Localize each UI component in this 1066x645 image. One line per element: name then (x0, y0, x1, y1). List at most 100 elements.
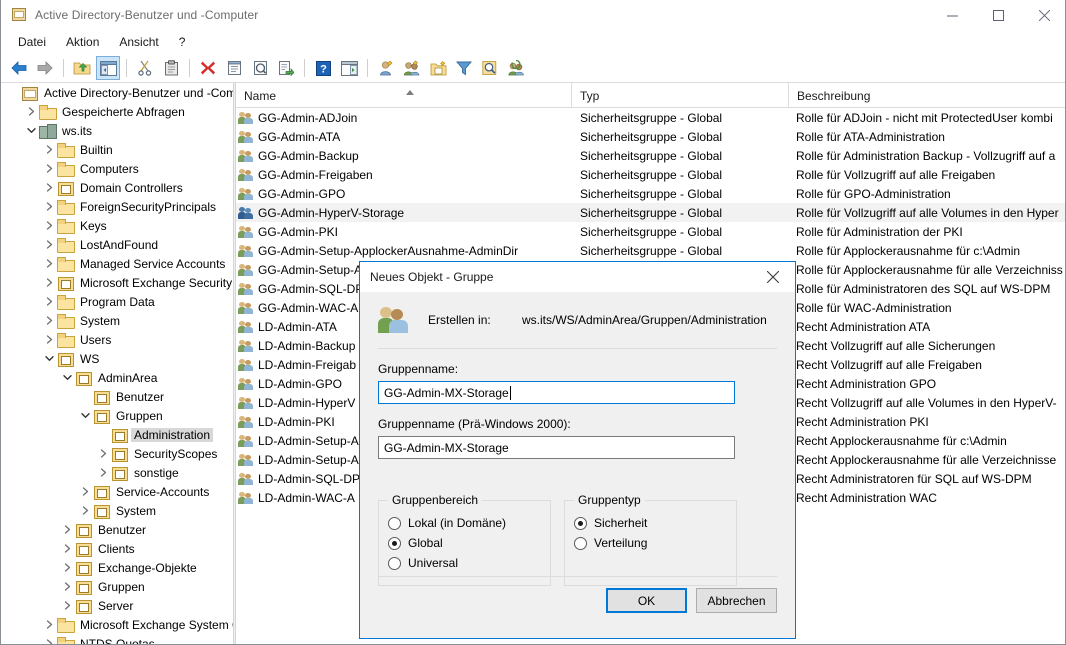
radio-type-sicherheit[interactable]: Sicherheit (574, 513, 736, 533)
group-name-input[interactable]: GG-Admin-MX-Storage (378, 381, 735, 404)
tree-item-administration[interactable]: Administration (1, 425, 233, 444)
tree-item-ws[interactable]: WS (1, 349, 233, 368)
radio-scope-lokal[interactable]: Lokal (in Domäne) (388, 513, 550, 533)
show-pane-icon[interactable] (337, 56, 361, 80)
chevron-right-icon[interactable] (41, 199, 57, 215)
chevron-right-icon[interactable] (23, 104, 39, 120)
show-hide-console-tree-icon[interactable] (96, 56, 120, 80)
radio-scope-global[interactable]: Global (388, 533, 550, 553)
chevron-down-icon[interactable] (77, 408, 93, 424)
chevron-right-icon[interactable] (59, 541, 75, 557)
up-folder-icon[interactable] (70, 56, 94, 80)
tree-item-sonstige[interactable]: sonstige (1, 463, 233, 482)
dialog-close-icon[interactable] (751, 262, 795, 292)
tree-item-adminarea-system[interactable]: System (1, 501, 233, 520)
column-header-name[interactable]: Name (236, 83, 572, 108)
cancel-button[interactable]: Abbrechen (696, 588, 777, 613)
chevron-right-icon[interactable] (41, 142, 57, 158)
tree-item-microsoft-exchange-security-groups[interactable]: Microsoft Exchange Security G (1, 273, 233, 292)
table-row[interactable]: GG-Admin-Setup-ApplockerAusnahme-AdminDi… (236, 241, 1065, 260)
chevron-right-icon[interactable] (41, 332, 57, 348)
delete-icon[interactable] (196, 56, 220, 80)
tree-item-lostandfound[interactable]: LostAndFound (1, 235, 233, 254)
tree-item-ntds-quotas[interactable]: NTDS Quotas (1, 634, 233, 644)
console-tree[interactable]: Active Directory-Benutzer und -Comp Gespe… (1, 83, 233, 644)
chevron-down-icon[interactable] (59, 370, 75, 386)
chevron-right-icon[interactable] (95, 446, 111, 462)
chevron-right-icon[interactable] (41, 275, 57, 291)
table-row[interactable]: GG-Admin-Backup Sicherheitsgruppe - Globa… (236, 146, 1065, 165)
column-header-beschreibung[interactable]: Beschreibung (789, 83, 1065, 108)
pre2000-input[interactable]: GG-Admin-MX-Storage (378, 436, 735, 459)
chevron-right-icon[interactable] (41, 161, 57, 177)
ok-button[interactable]: OK (606, 588, 687, 613)
chevron-right-icon[interactable] (59, 598, 75, 614)
minimize-icon[interactable] (929, 0, 975, 30)
chevron-down-icon[interactable] (23, 123, 39, 139)
chevron-right-icon[interactable] (59, 522, 75, 538)
tree-item-keys[interactable]: Keys (1, 216, 233, 235)
chevron-right-icon[interactable] (41, 256, 57, 272)
maximize-icon[interactable] (975, 0, 1021, 30)
tree-item-ws-gruppen[interactable]: Gruppen (1, 577, 233, 596)
menu-hilfe[interactable]: ? (170, 32, 195, 52)
tree-item-adminarea-benutzer[interactable]: Benutzer (1, 387, 233, 406)
add-members-icon[interactable] (504, 56, 528, 80)
tree-item-adminarea-gruppen[interactable]: Gruppen (1, 406, 233, 425)
close-icon[interactable] (1021, 0, 1065, 30)
cut-icon[interactable] (133, 56, 157, 80)
tree-item-computers[interactable]: Computers (1, 159, 233, 178)
tree-item-users[interactable]: Users (1, 330, 233, 349)
table-row[interactable]: GG-Admin-Freigaben Sicherheitsgruppe - Gl… (236, 165, 1065, 184)
table-row[interactable]: GG-Admin-ADJoin Sicherheitsgruppe - Globa… (236, 108, 1065, 127)
tree-item-managed-service-accounts[interactable]: Managed Service Accounts (1, 254, 233, 273)
chevron-right-icon[interactable] (41, 636, 57, 644)
chevron-down-icon[interactable] (41, 351, 57, 367)
chevron-right-icon[interactable] (77, 503, 93, 519)
tree-item-exchange-objekte[interactable]: Exchange-Objekte (1, 558, 233, 577)
tree-item-system[interactable]: System (1, 311, 233, 330)
chevron-right-icon[interactable] (41, 313, 57, 329)
export-list-icon[interactable] (274, 56, 298, 80)
table-row[interactable]: GG-Admin-ATA Sicherheitsgruppe - Global Ro… (236, 127, 1065, 146)
tree-item-ws-its[interactable]: ws.its (1, 121, 233, 140)
chevron-right-icon[interactable] (59, 579, 75, 595)
help-icon[interactable]: ? (311, 56, 335, 80)
tree-item-service-accounts[interactable]: Service-Accounts (1, 482, 233, 501)
new-ou-icon[interactable] (426, 56, 450, 80)
tree-item-foreignsecurityprincipals[interactable]: ForeignSecurityPrincipals (1, 197, 233, 216)
back-icon[interactable] (7, 56, 31, 80)
tree-item-adminarea[interactable]: AdminArea (1, 368, 233, 387)
new-user-icon[interactable] (374, 56, 398, 80)
chevron-right-icon[interactable] (41, 237, 57, 253)
tree-item-clients[interactable]: Clients (1, 539, 233, 558)
tree-item-builtin[interactable]: Builtin (1, 140, 233, 159)
radio-scope-universal[interactable]: Universal (388, 553, 550, 573)
tree-item-program-data[interactable]: Program Data (1, 292, 233, 311)
tree-item-securityscopes[interactable]: SecurityScopes (1, 444, 233, 463)
menu-datei[interactable]: Datei (9, 32, 55, 52)
chevron-right-icon[interactable] (59, 560, 75, 576)
forward-icon[interactable] (33, 56, 57, 80)
tree-item-gespeicherte-abfragen[interactable]: Gespeicherte Abfragen (1, 102, 233, 121)
table-row[interactable]: GG-Admin-GPO Sicherheitsgruppe - Global Ro… (236, 184, 1065, 203)
tree-item-domain-controllers[interactable]: Domain Controllers (1, 178, 233, 197)
new-group-icon[interactable] (400, 56, 424, 80)
chevron-right-icon[interactable] (77, 484, 93, 500)
table-row[interactable]: GG-Admin-HyperV-Storage Sicherheitsgruppe… (236, 203, 1065, 222)
refresh-icon[interactable] (248, 56, 272, 80)
chevron-right-icon[interactable] (41, 294, 57, 310)
tree-item-microsoft-exchange-system-objects[interactable]: Microsoft Exchange System O (1, 615, 233, 634)
column-header-typ[interactable]: Typ (572, 83, 789, 108)
chevron-right-icon[interactable] (95, 465, 111, 481)
paste-icon[interactable] (159, 56, 183, 80)
menu-ansicht[interactable]: Ansicht (110, 32, 167, 52)
radio-type-verteilung[interactable]: Verteilung (574, 533, 736, 553)
properties-icon[interactable] (222, 56, 246, 80)
tree-item-ws-benutzer[interactable]: Benutzer (1, 520, 233, 539)
filter-icon[interactable] (452, 56, 476, 80)
table-row[interactable]: GG-Admin-PKI Sicherheitsgruppe - Global Ro… (236, 222, 1065, 241)
find-icon[interactable] (478, 56, 502, 80)
chevron-right-icon[interactable] (41, 218, 57, 234)
tree-item-server[interactable]: Server (1, 596, 233, 615)
